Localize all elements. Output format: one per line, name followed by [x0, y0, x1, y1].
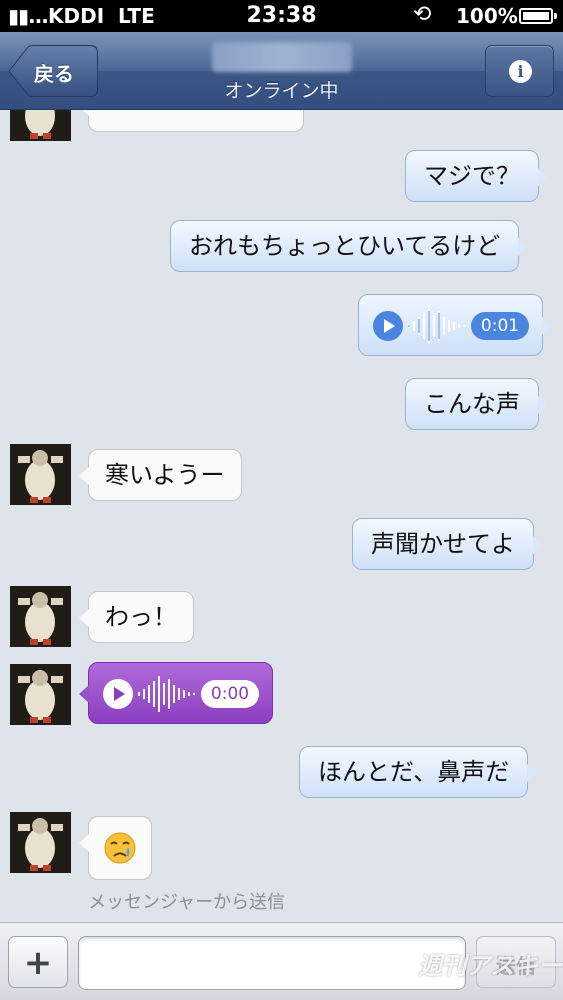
avatar[interactable] — [10, 812, 71, 873]
message-input[interactable] — [78, 936, 466, 990]
avatar[interactable] — [10, 110, 71, 141]
voice-message-outgoing[interactable]: 0:01 — [358, 294, 552, 356]
rotation-lock-icon: ⟲ — [413, 2, 432, 27]
navigation-bar: 戻る オンライン中 i — [0, 32, 563, 110]
play-icon[interactable] — [103, 679, 133, 709]
avatar[interactable] — [10, 664, 71, 725]
plus-icon: + — [23, 943, 53, 983]
avatar[interactable] — [10, 586, 71, 647]
battery-percent: 100% — [456, 4, 518, 28]
play-icon[interactable] — [373, 311, 403, 341]
message-bubble-outgoing[interactable]: こんな声 — [405, 378, 548, 430]
waveform-icon — [408, 308, 465, 344]
online-status: オンライン中 — [224, 80, 339, 102]
message-list[interactable]: マジで？ おれもちょっとひいてるけど 0:01 こんな声 寒いようー 声聞かせて… — [0, 110, 563, 922]
message-bubble-outgoing[interactable]: マジで？ — [405, 150, 548, 202]
battery-icon — [519, 8, 557, 24]
message-bubble-incoming[interactable] — [79, 816, 152, 880]
info-icon: i — [509, 60, 532, 83]
message-bubble-incoming[interactable]: わっ！ — [79, 591, 194, 643]
add-attachment-button[interactable]: + — [8, 936, 68, 988]
message-bubble-outgoing[interactable]: 声聞かせてよ — [352, 518, 543, 570]
message-bubble-incoming[interactable]: 寒いようー — [79, 449, 242, 501]
voice-duration: 0:01 — [471, 312, 529, 340]
message-bubble-outgoing[interactable]: おれもちょっとひいてるけど — [170, 220, 529, 272]
crying-face-icon — [104, 832, 136, 864]
status-bar: ▮▮... KDDI LTE 23:38 ⟲ 100% — [0, 0, 563, 32]
watermark: 週刊アスキー — [418, 952, 562, 980]
message-bubble-outgoing[interactable]: ほんとだ、鼻声だ — [299, 746, 538, 798]
voice-duration: 0:00 — [201, 680, 259, 708]
voice-message-incoming[interactable]: 0:00 — [79, 662, 273, 724]
sent-via-label: メッセンジャーから送信 — [88, 892, 286, 913]
avatar[interactable] — [10, 444, 71, 505]
info-button[interactable]: i — [485, 45, 554, 97]
message-bubble-incoming[interactable] — [79, 110, 304, 132]
waveform-icon — [138, 676, 195, 712]
contact-name-blurred — [212, 42, 352, 72]
